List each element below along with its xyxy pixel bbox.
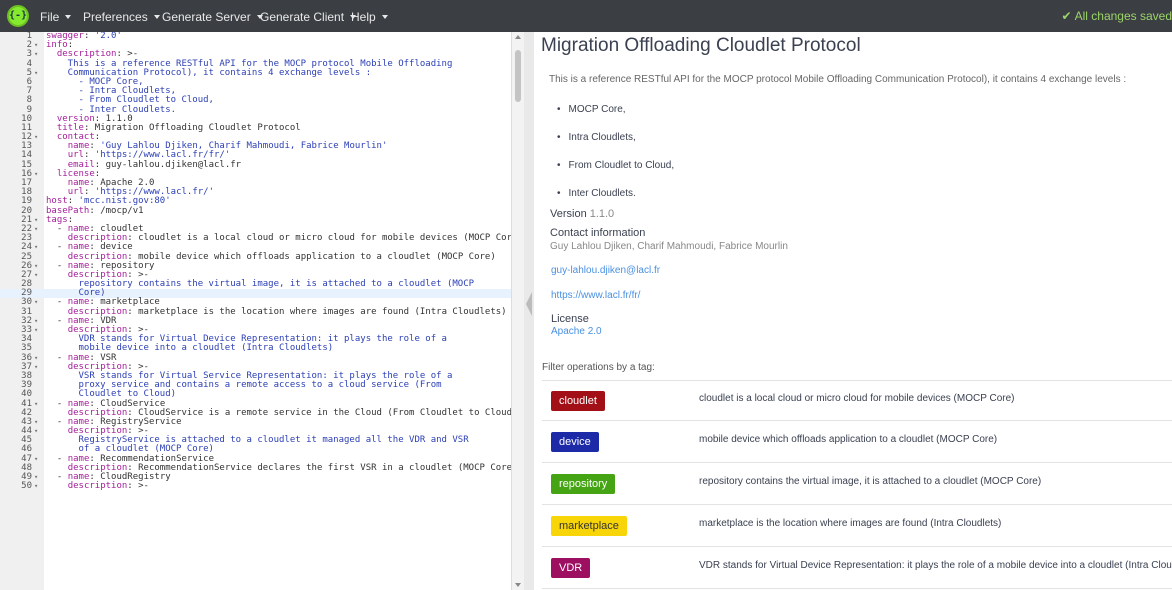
- tag-description: repository contains the virtual image, i…: [699, 476, 1042, 487]
- fold-toggle-icon[interactable]: ▾: [34, 455, 38, 464]
- menu-preferences[interactable]: Preferences: [83, 9, 160, 25]
- tag-description: marketplace is the location where images…: [699, 518, 1002, 529]
- license-link[interactable]: Apache 2.0: [551, 326, 602, 337]
- fold-toggle-icon[interactable]: ▾: [34, 400, 38, 409]
- contact-names: Guy Lahlou Djiken, Charif Mahmoudi, Fabr…: [550, 241, 788, 252]
- code-lines[interactable]: 1 swagger: '2.0' 2 ▾ info: 3 ▾ description: >-…: [0, 32, 512, 492]
- yaml-value: CloudService is a remote service in the …: [132, 407, 512, 418]
- license-heading: License: [551, 313, 589, 325]
- yaml-key: description: [67, 481, 128, 492]
- tag-vdr-button[interactable]: VDR: [551, 558, 591, 578]
- fold-toggle-icon[interactable]: ▾: [34, 170, 38, 179]
- yaml-value: /mocp/v1: [94, 205, 144, 216]
- tag-marketplace-button[interactable]: marketplace: [551, 516, 627, 536]
- version-number: 1.1.0: [589, 208, 615, 220]
- menu-label: File: [40, 10, 60, 24]
- collapse-arrow-icon[interactable]: [526, 292, 532, 316]
- filter-by-tag-label: Filter operations by a tag:: [542, 362, 655, 373]
- tag-description: mobile device which offloads application…: [699, 434, 998, 445]
- yaml-value: marketplace is the location where images…: [132, 306, 507, 317]
- code-line[interactable]: 1 swagger: '2.0': [0, 32, 511, 41]
- description-bullet: Inter Cloudlets.: [557, 188, 636, 199]
- description-bullet: From Cloudlet to Cloud,: [557, 160, 675, 171]
- save-status: ✔ All changes saved: [1062, 9, 1172, 23]
- code-line[interactable]: 20 basePath: /mocp/v1: [0, 205, 511, 216]
- fold-toggle-icon[interactable]: ▾: [34, 482, 38, 491]
- yaml-editor[interactable]: 1 swagger: '2.0' 2 ▾ info: 3 ▾ description: >-…: [0, 32, 512, 590]
- line-number: 50: [21, 481, 32, 492]
- fold-toggle-icon[interactable]: ▾: [34, 69, 38, 78]
- fold-toggle-icon[interactable]: ▾: [34, 354, 38, 363]
- caret-down-icon: [381, 15, 388, 19]
- checkmark-icon: ✔: [1061, 9, 1072, 23]
- pane-splitter[interactable]: [524, 32, 534, 590]
- tag-row: device mobile device which offloads appl…: [542, 422, 1172, 463]
- swagger-logo-icon: {-}: [7, 5, 29, 27]
- yaml-value: cloudlet is a local cloud or micro cloud…: [132, 233, 512, 244]
- api-preview-pane: Migration Offloading Cloudlet Protocol T…: [534, 32, 1172, 590]
- caret-down-icon: [65, 15, 72, 19]
- code-text: description: >-: [67, 481, 149, 492]
- menu-file[interactable]: File: [40, 9, 72, 25]
- api-title: Migration Offloading Cloudlet Protocol: [541, 35, 861, 56]
- menu-help[interactable]: Help: [351, 9, 388, 25]
- scrollbar-thumb[interactable]: [515, 50, 521, 102]
- description-bullet: Intra Cloudlets,: [557, 132, 636, 143]
- tag-repository-button[interactable]: repository: [551, 474, 616, 494]
- caret-down-icon: [153, 15, 160, 19]
- code-line[interactable]: 50 ▾ description: >-: [0, 481, 511, 492]
- tag-description: VDR stands for Virtual Device Representa…: [699, 560, 1172, 571]
- yaml-value: RecommendationService declares the first…: [132, 462, 512, 473]
- menu-label: Help: [351, 10, 376, 24]
- fold-toggle-icon[interactable]: ▾: [34, 473, 38, 482]
- api-description: This is a reference RESTful API for the …: [549, 74, 1127, 85]
- scroll-up-arrow-icon[interactable]: [515, 35, 521, 39]
- contact-email-link[interactable]: guy-lahlou.djiken@lacl.fr: [551, 265, 660, 276]
- tag-cloudlet-button[interactable]: cloudlet: [551, 391, 605, 411]
- fold-toggle-icon[interactable]: ▾: [34, 317, 38, 326]
- description-bullet: MOCP Core,: [557, 104, 626, 115]
- tag-row: repository repository contains the virtu…: [542, 464, 1172, 505]
- contact-url-link[interactable]: https://www.lacl.fr/fr/: [551, 290, 640, 301]
- version-info: Version 1.1.0: [550, 208, 614, 220]
- tag-row: cloudlet cloudlet is a local cloud or mi…: [542, 380, 1172, 421]
- yaml-value: mobile device which offloads application…: [132, 251, 496, 262]
- tag-device-button[interactable]: device: [551, 432, 599, 452]
- yaml-key: description: [56, 49, 117, 60]
- tag-row: VDR VDR stands for Virtual Device Repres…: [542, 548, 1172, 589]
- fold-toggle-icon[interactable]: ▾: [34, 262, 38, 271]
- fold-toggle-icon[interactable]: ▾: [34, 216, 38, 225]
- fold-toggle-icon[interactable]: ▾: [34, 363, 38, 372]
- editor-scrollbar[interactable]: [512, 32, 524, 590]
- menu-label: Generate Server: [162, 10, 251, 24]
- fold-toggle-icon[interactable]: ▾: [34, 271, 38, 280]
- fold-toggle-icon[interactable]: ▾: [34, 225, 38, 234]
- menu-label: Preferences: [83, 10, 148, 24]
- yaml-value: guy-lahlou.djiken@lacl.fr: [100, 159, 242, 170]
- fold-toggle-icon[interactable]: ▾: [34, 50, 38, 59]
- fold-toggle-icon[interactable]: ▾: [34, 427, 38, 436]
- yaml-value: >-: [132, 481, 149, 492]
- yaml-value: '2.0': [89, 32, 122, 41]
- version-label: Version: [550, 208, 587, 220]
- fold-toggle-icon[interactable]: ▾: [34, 243, 38, 252]
- menu-generate-client[interactable]: Generate Client: [260, 9, 357, 25]
- menu-generate-server[interactable]: Generate Server: [162, 9, 263, 25]
- yaml-value: Migration Offloading Cloudlet Protocol: [89, 122, 301, 133]
- code-text: repository contains the virtual image, i…: [46, 279, 475, 290]
- tag-row: marketplace marketplace is the location …: [542, 506, 1172, 547]
- fold-toggle-icon[interactable]: ▾: [34, 133, 38, 142]
- fold-toggle-icon[interactable]: ▾: [34, 326, 38, 335]
- fold-toggle-icon[interactable]: ▾: [34, 41, 38, 50]
- scroll-down-arrow-icon[interactable]: [515, 583, 521, 587]
- fold-toggle-icon[interactable]: ▾: [34, 298, 38, 307]
- contact-heading: Contact information: [550, 227, 646, 239]
- tag-description: cloudlet is a local cloud or micro cloud…: [699, 393, 1015, 404]
- save-status-text: All changes saved: [1074, 9, 1172, 23]
- yaml-value: >-: [121, 49, 139, 60]
- fold-toggle-icon[interactable]: ▾: [34, 418, 38, 427]
- menu-label: Generate Client: [260, 10, 345, 24]
- top-menu-bar: {-} File Preferences Generate Server Gen…: [0, 0, 1172, 32]
